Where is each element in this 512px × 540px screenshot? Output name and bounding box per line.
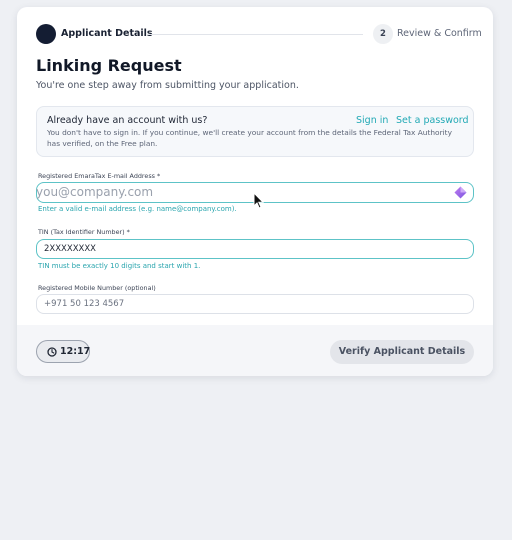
step-connector bbox=[147, 34, 363, 35]
email-label: Registered EmaraTax E-mail Address * bbox=[38, 172, 161, 180]
mobile-field[interactable]: +971 50 123 4567 bbox=[36, 294, 474, 314]
existing-account-description: You don't have to sign in. If you contin… bbox=[47, 128, 452, 148]
step2-indicator: 2 bbox=[373, 24, 393, 44]
session-timer: 12:17 bbox=[36, 340, 90, 363]
verify-applicant-button[interactable]: Verify Applicant Details bbox=[330, 340, 474, 364]
stepper: Applicant Details 2 Review & Confirm bbox=[36, 23, 482, 45]
existing-account-question: Already have an account with us? bbox=[47, 115, 208, 126]
set-password-link[interactable]: Set a password bbox=[396, 115, 469, 126]
page-subtitle: You're one step away from submitting you… bbox=[36, 80, 299, 91]
tin-value: 2XXXXXXXX bbox=[44, 244, 96, 254]
page-title: Linking Request bbox=[36, 56, 182, 75]
existing-account-box: Already have an account with us? Sign in… bbox=[36, 106, 474, 157]
timer-value: 12:17 bbox=[60, 346, 91, 357]
tin-help-text: TIN must be exactly 10 digits and start … bbox=[38, 262, 201, 270]
mouse-cursor-icon bbox=[253, 192, 264, 209]
email-help-text: Enter a valid e-mail address (e.g. name@… bbox=[38, 205, 237, 213]
step1-indicator bbox=[36, 24, 56, 44]
step1-label: Applicant Details bbox=[61, 28, 153, 39]
tin-field[interactable]: 2XXXXXXXX bbox=[36, 239, 474, 259]
form-footer: 12:17 Verify Applicant Details bbox=[17, 325, 493, 376]
gem-icon[interactable] bbox=[454, 186, 467, 199]
sign-in-link[interactable]: Sign in bbox=[356, 115, 388, 126]
step2-label: Review & Confirm bbox=[397, 28, 482, 39]
clock-icon bbox=[47, 346, 57, 357]
tin-label: TIN (Tax Identifier Number) * bbox=[38, 228, 130, 236]
mobile-placeholder: +971 50 123 4567 bbox=[44, 299, 125, 309]
email-placeholder: you@company.com bbox=[36, 185, 154, 199]
mobile-label: Registered Mobile Number (optional) bbox=[38, 284, 156, 292]
